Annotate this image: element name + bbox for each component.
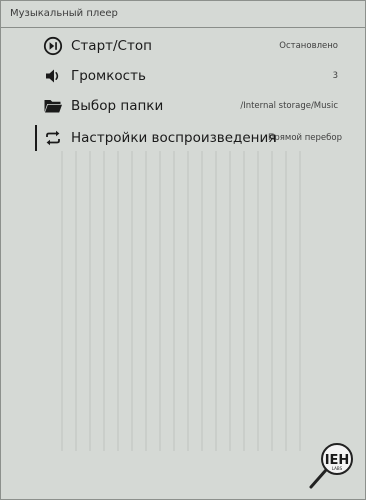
menu-item-value: Остановлено xyxy=(279,41,338,51)
menu-item-label: Громкость xyxy=(71,68,146,84)
menu-item-folder-select[interactable]: Выбор папки /Internal storage/Music xyxy=(1,91,365,121)
menu-item-label: Выбор папки xyxy=(71,98,164,114)
repeat-icon xyxy=(43,129,63,147)
menu-item-label: Старт/Стоп xyxy=(71,38,152,54)
menu-item-start-stop[interactable]: Старт/Стоп Остановлено xyxy=(1,31,365,61)
play-pause-icon xyxy=(43,36,63,56)
volume-icon xyxy=(43,67,63,85)
ieh-logo-watermark: IEH LABS xyxy=(307,441,357,493)
app-header: Музыкальный плеер xyxy=(1,1,365,28)
menu-item-value: Прямой перебор xyxy=(268,133,342,143)
menu-item-volume[interactable]: Громкость 3 xyxy=(1,61,365,91)
selection-marker xyxy=(35,125,37,151)
e-reader-screen: Музыкальный плеер Старт/Стоп Остановлено xyxy=(0,0,366,500)
e-ink-ghosting xyxy=(61,151,301,451)
folder-icon xyxy=(43,97,63,115)
svg-text:LABS: LABS xyxy=(332,466,343,471)
menu-item-label: Настройки воспроизведения xyxy=(71,130,277,146)
app-title: Музыкальный плеер xyxy=(10,8,118,19)
menu-item-value: /Internal storage/Music xyxy=(240,101,338,111)
menu-item-value: 3 xyxy=(332,71,338,81)
menu-item-playback-settings[interactable]: Настройки воспроизведения Прямой перебор xyxy=(1,123,365,153)
